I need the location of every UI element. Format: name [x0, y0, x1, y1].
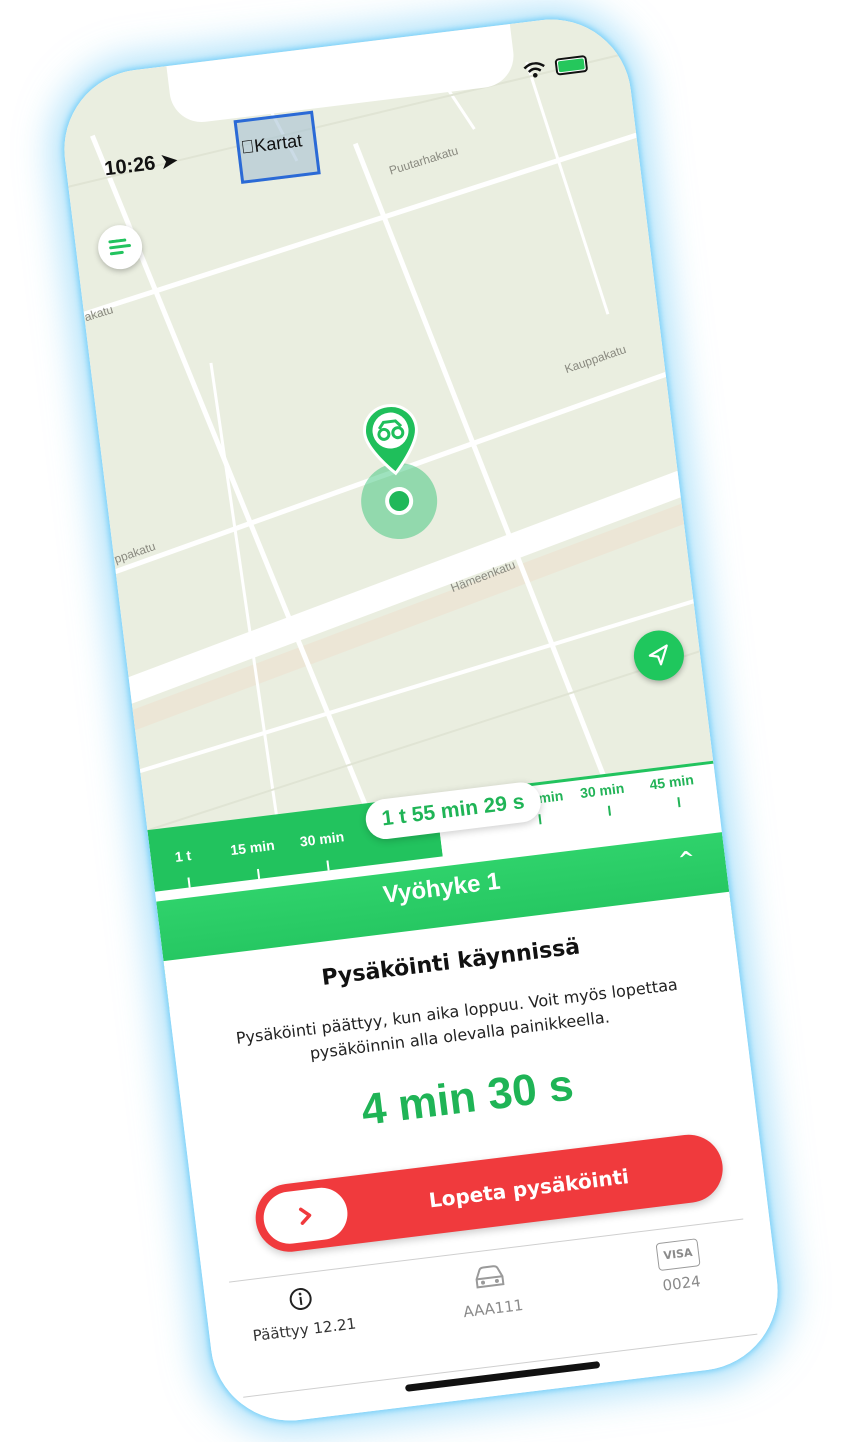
visa-card-icon: VISA: [655, 1238, 701, 1272]
end-time-item[interactable]: Päättyy 12.21: [205, 1275, 400, 1350]
chevron-right-icon: [298, 1207, 312, 1225]
payment-item[interactable]: VISA 0024: [582, 1229, 777, 1304]
map-view[interactable]: Puutarhakatu akatu Kauppakatu ppakatu Hä…: [55, 10, 714, 835]
menu-icon: [108, 238, 131, 256]
chevron-up-icon[interactable]: ^: [677, 846, 697, 872]
info-bar: Päättyy 12.21 AAA111 VISA 0024: [205, 1229, 783, 1398]
location-arrow-icon: [648, 644, 668, 666]
timeline-label: min: [537, 787, 565, 807]
slider-handle[interactable]: [260, 1184, 351, 1247]
end-time-text: Päättyy 12.21: [251, 1314, 358, 1346]
parking-sheet: Pysäköinti käynnissä Pysäköinti päättyy,…: [163, 891, 787, 1430]
wifi-icon: [523, 61, 545, 78]
stop-parking-slider[interactable]: Lopeta pysäköinti: [251, 1130, 727, 1256]
info-icon: [289, 1287, 312, 1310]
license-plate: AAA111: [462, 1295, 525, 1322]
car-pin-icon[interactable]: [359, 400, 424, 482]
timeline-label: 1 t: [173, 847, 193, 865]
car-icon: [475, 1265, 505, 1289]
phone-frame: Puutarhakatu akatu Kauppakatu ppakatu Hä…: [55, 10, 787, 1430]
vehicle-item[interactable]: AAA111: [393, 1252, 588, 1329]
stop-parking-label: Lopeta pysäköinti: [427, 1164, 631, 1213]
card-last-digits: 0024: [661, 1272, 702, 1295]
promo-stage: Puutarhakatu akatu Kauppakatu ppakatu Hä…: [0, 0, 842, 1442]
